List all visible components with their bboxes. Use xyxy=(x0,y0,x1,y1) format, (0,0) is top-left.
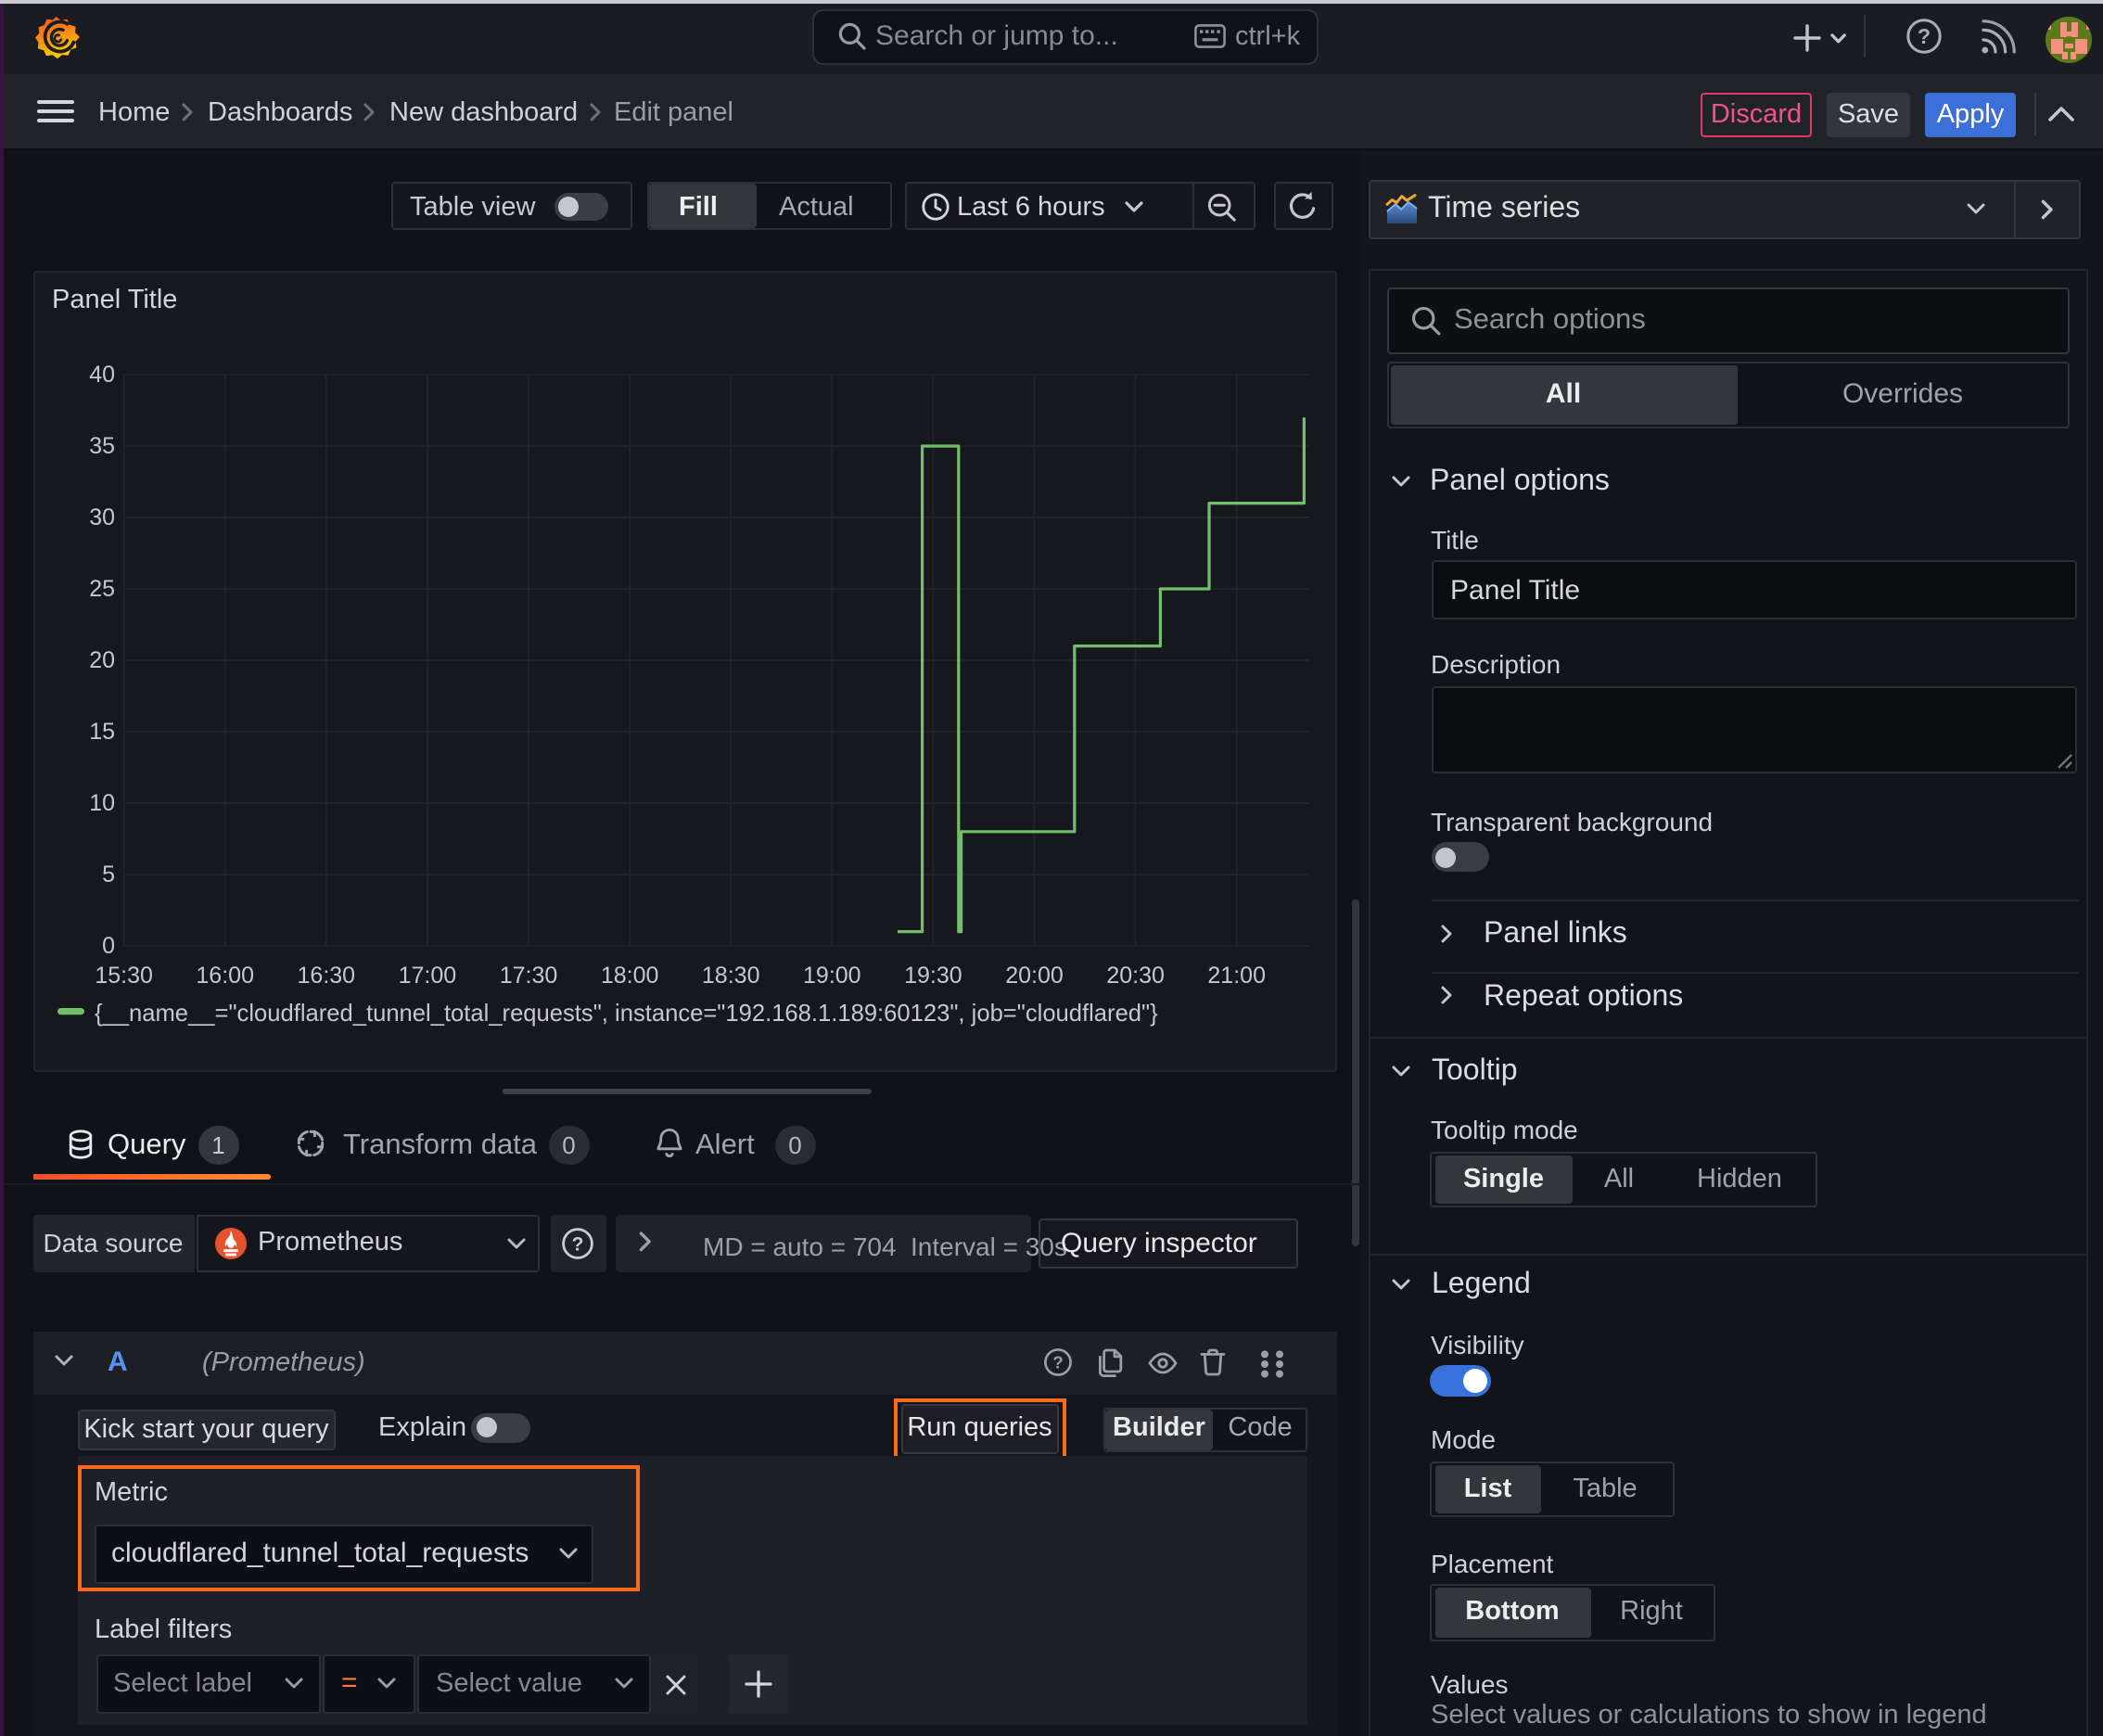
svg-text:15: 15 xyxy=(89,719,115,745)
svg-text:19:30: 19:30 xyxy=(904,963,962,989)
svg-text:?: ? xyxy=(572,1234,584,1256)
svg-text:0: 0 xyxy=(102,933,115,959)
svg-text:5: 5 xyxy=(102,862,115,887)
svg-text:17:00: 17:00 xyxy=(399,963,457,989)
svg-text:25: 25 xyxy=(89,576,115,602)
svg-text:21:00: 21:00 xyxy=(1207,963,1266,989)
svg-text:18:00: 18:00 xyxy=(601,963,659,989)
svg-text:20: 20 xyxy=(89,647,115,673)
svg-text:40: 40 xyxy=(89,362,115,388)
svg-text:10: 10 xyxy=(89,790,115,816)
svg-text:20:00: 20:00 xyxy=(1005,963,1064,989)
svg-text:30: 30 xyxy=(89,504,115,530)
svg-text:20:30: 20:30 xyxy=(1106,963,1165,989)
svg-text:18:30: 18:30 xyxy=(702,963,760,989)
svg-text:?: ? xyxy=(1052,1353,1063,1372)
svg-text:15:30: 15:30 xyxy=(95,963,153,989)
svg-text:35: 35 xyxy=(89,433,115,459)
svg-text:{__name__="cloudflared_tunnel_: {__name__="cloudflared_tunnel_total_requ… xyxy=(95,1001,1158,1027)
svg-text:?: ? xyxy=(1918,24,1931,48)
svg-text:16:30: 16:30 xyxy=(298,963,356,989)
svg-text:19:00: 19:00 xyxy=(803,963,861,989)
svg-text:16:00: 16:00 xyxy=(196,963,254,989)
svg-text:17:30: 17:30 xyxy=(500,963,558,989)
